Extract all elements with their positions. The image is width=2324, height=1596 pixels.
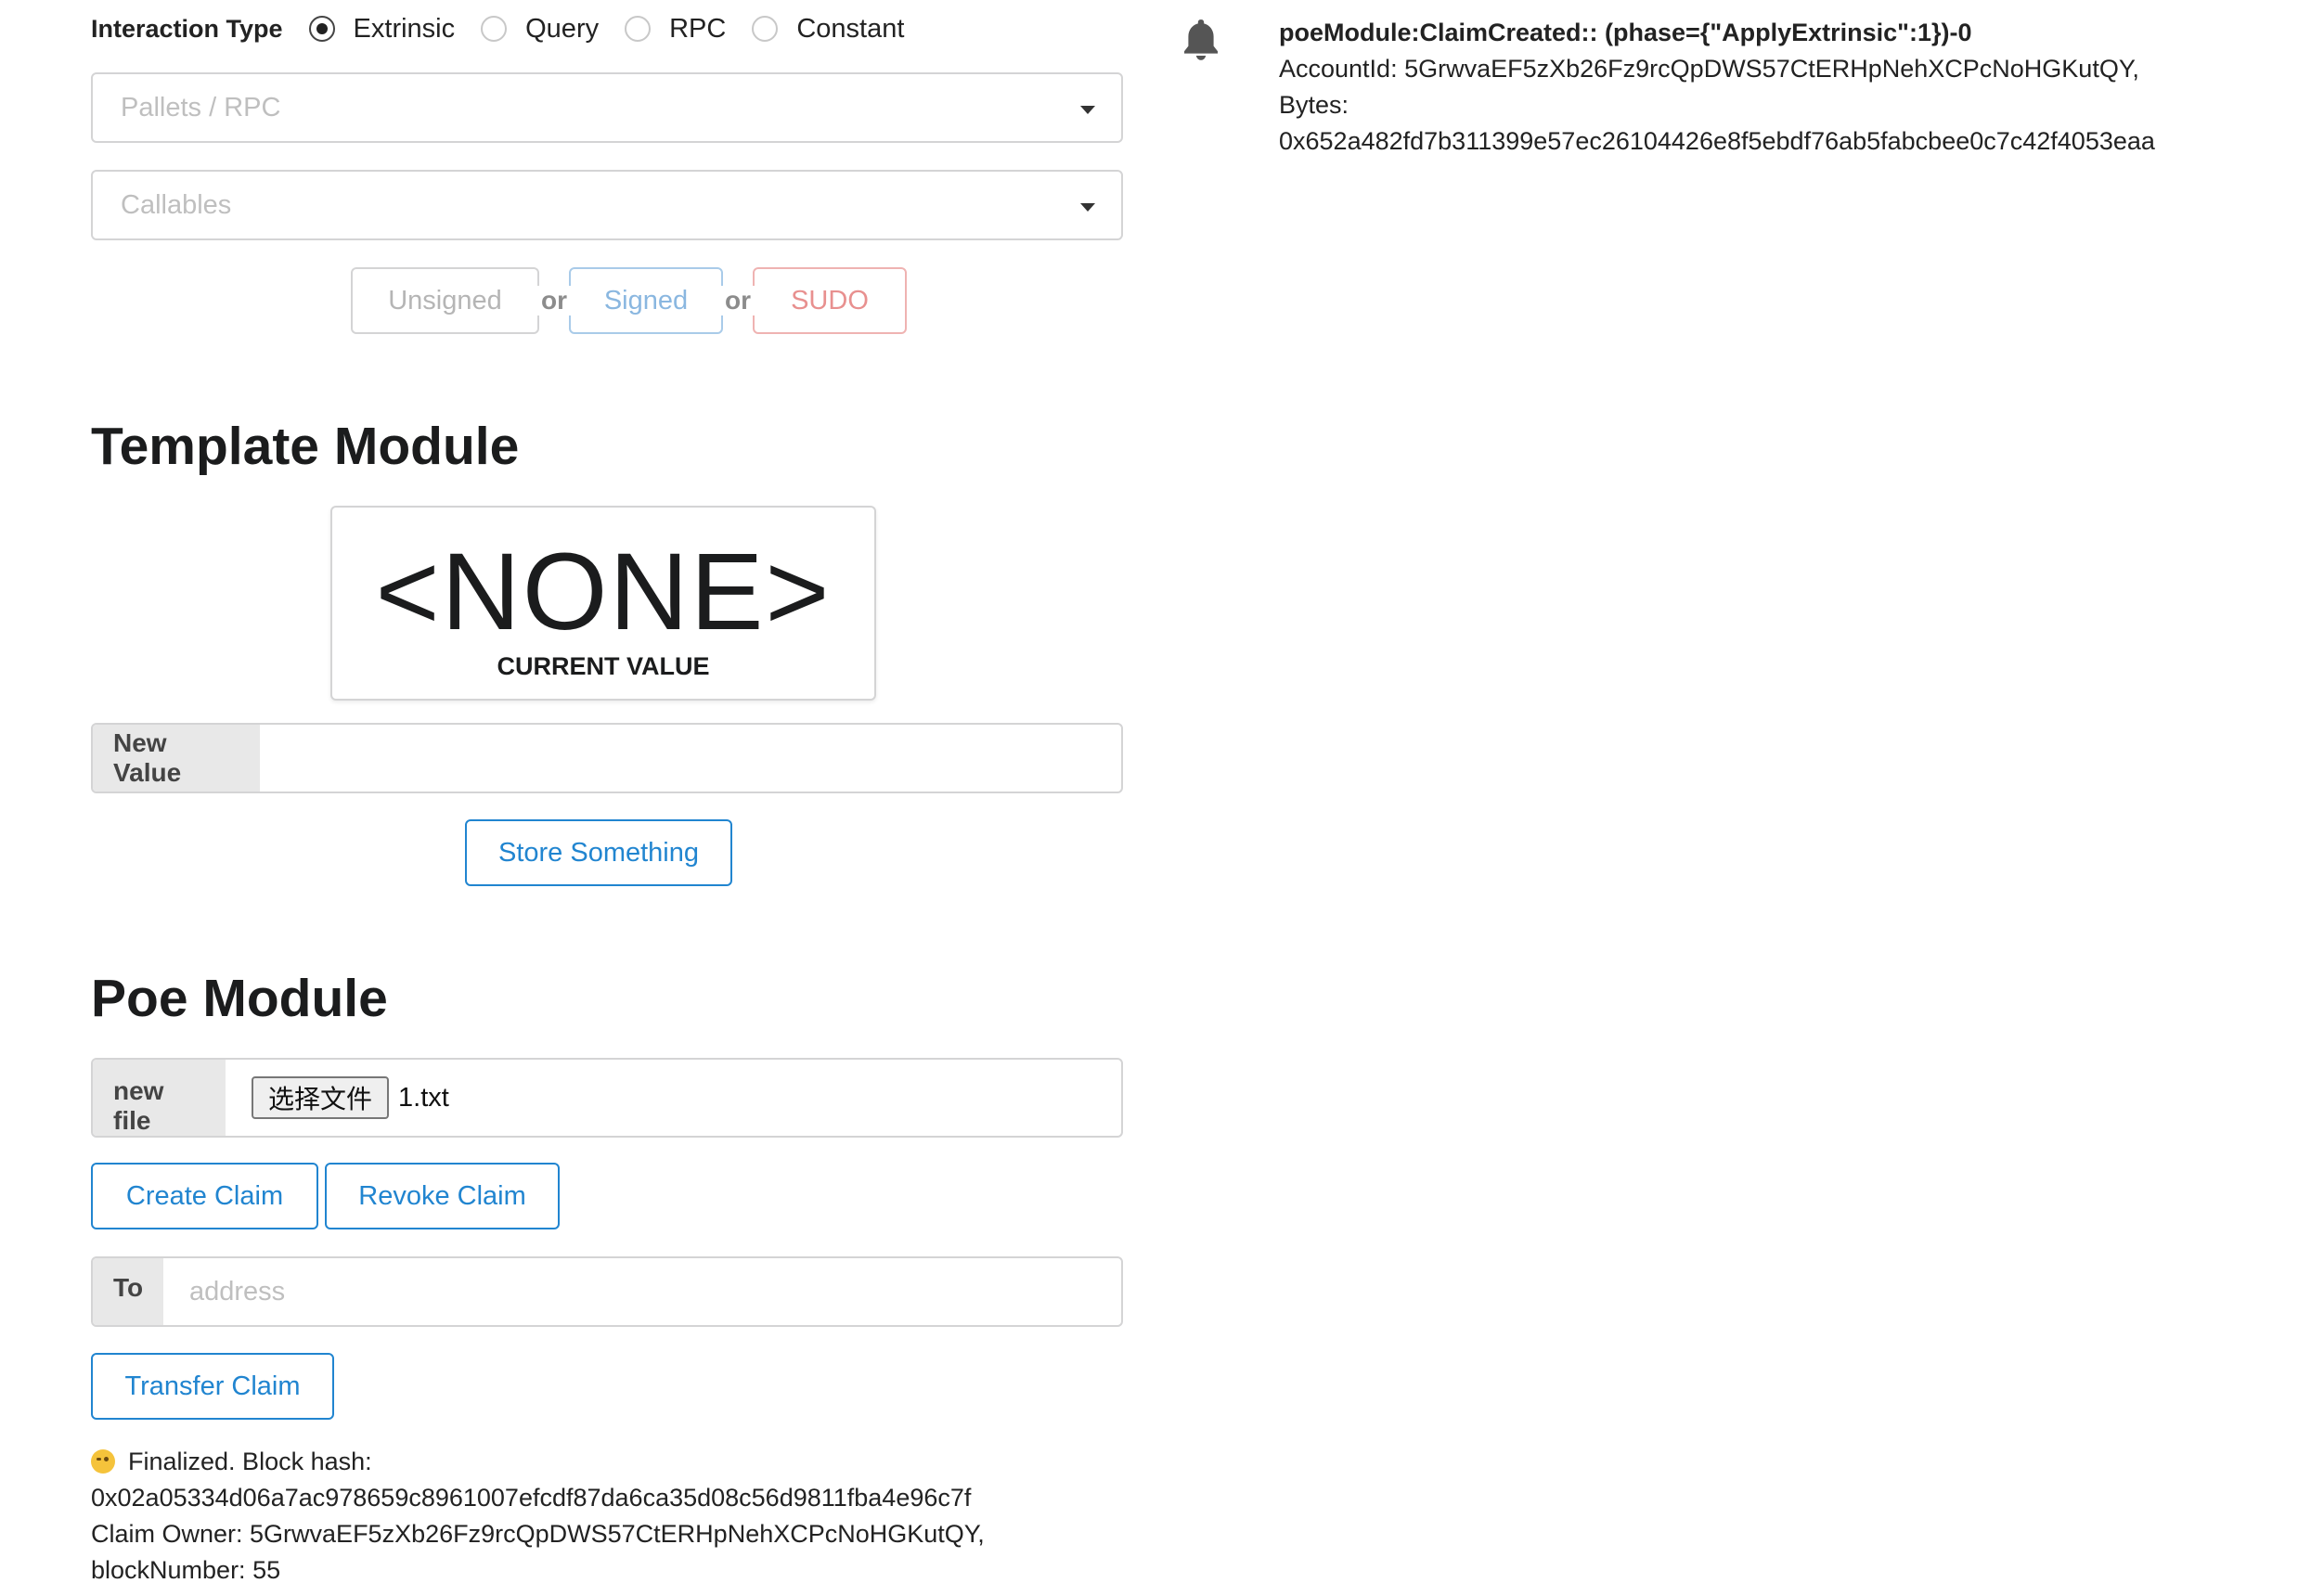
pallets-dropdown[interactable]: Pallets / RPC [91,72,1123,143]
interaction-type-row: Interaction Type Extrinsic Query RPC Con… [91,0,1123,58]
transaction-status: Finalized. Block hash: 0x02a05334d06a7ac… [91,1444,985,1589]
radio-query[interactable]: Query [481,14,599,45]
file-name: 1.txt [398,1082,449,1113]
pallets-placeholder: Pallets / RPC [121,92,281,122]
events-panel: poeModule:ClaimCreated:: (phase={"ApplyE… [1179,15,2292,160]
event-account-id: AccountId: 5GrwvaEF5zXb26Fz9rcQpDWS57CtE… [1279,55,2139,83]
to-label: To [93,1258,163,1325]
event-title: poeModule:ClaimCreated:: (phase={"ApplyE… [1279,19,1972,46]
store-something-button[interactable]: Store Something [465,819,732,886]
radio-unchecked-icon [752,16,779,42]
radio-checked-icon [308,16,335,42]
status-line-1: Finalized. Block hash: [128,1448,372,1475]
radio-query-label: Query [525,13,600,44]
radio-extrinsic[interactable]: Extrinsic [308,13,456,45]
choose-file-button[interactable]: 选择文件 [252,1076,390,1119]
caret-down-icon [1080,106,1095,114]
status-line-3: Claim Owner: 5GrwvaEF5zXb26Fz9rcQpDWS57C… [91,1520,985,1548]
callables-placeholder: Callables [121,189,232,220]
radio-rpc-label: RPC [669,13,727,44]
signed-button[interactable]: Signed [569,267,723,334]
radio-constant-label: Constant [796,13,905,44]
sign-button-group: Unsigned or Signed or SUDO [351,267,907,334]
event-item: poeModule:ClaimCreated:: (phase={"ApplyE… [1179,15,2292,160]
radio-unchecked-icon [481,16,508,42]
file-input: 选择文件 1.txt [226,1060,1121,1136]
template-module-title: Template Module [91,417,520,476]
revoke-claim-button[interactable]: Revoke Claim [325,1163,560,1229]
event-bytes-value: 0x652a482fd7b311399e57ec26104426e8f5ebdf… [1279,127,2155,155]
new-value-input[interactable] [260,725,1121,792]
to-address-input[interactable]: address [163,1258,1121,1325]
sudo-button[interactable]: SUDO [753,267,907,334]
event-bytes-label: Bytes: [1279,91,1349,119]
current-value: <NONE> [375,531,832,653]
bell-icon [1184,19,1218,60]
poe-module-title: Poe Module [91,969,388,1028]
new-value-label: New Value [93,725,260,792]
wink-emoji-icon [91,1449,115,1474]
status-line-4: blockNumber: 55 [91,1556,281,1584]
to-address-input-group: To address [91,1256,1123,1327]
unsigned-button[interactable]: Unsigned [351,267,539,334]
radio-extrinsic-label: Extrinsic [353,13,456,44]
or-separator: or [537,286,571,315]
current-value-label: CURRENT VALUE [497,652,710,680]
interaction-type-label: Interaction Type [91,14,283,43]
radio-unchecked-icon [625,16,652,42]
create-claim-button[interactable]: Create Claim [91,1163,318,1229]
transfer-claim-button[interactable]: Transfer Claim [91,1353,334,1420]
new-value-input-group: New Value [91,723,1123,793]
radio-rpc[interactable]: RPC [625,14,726,45]
caret-down-icon [1080,203,1095,212]
new-file-input-group: new file 选择文件 1.txt [91,1058,1123,1138]
callables-dropdown[interactable]: Callables [91,170,1123,240]
new-file-label: new file [93,1060,226,1136]
current-value-card: <NONE> CURRENT VALUE [330,506,876,701]
or-separator: or [721,286,755,315]
extrinsic-panel: Interaction Type Extrinsic Query RPC Con… [91,0,1123,1584]
status-line-2: 0x02a05334d06a7ac978659c8961007efcdf87da… [91,1484,972,1512]
radio-constant[interactable]: Constant [752,14,904,45]
